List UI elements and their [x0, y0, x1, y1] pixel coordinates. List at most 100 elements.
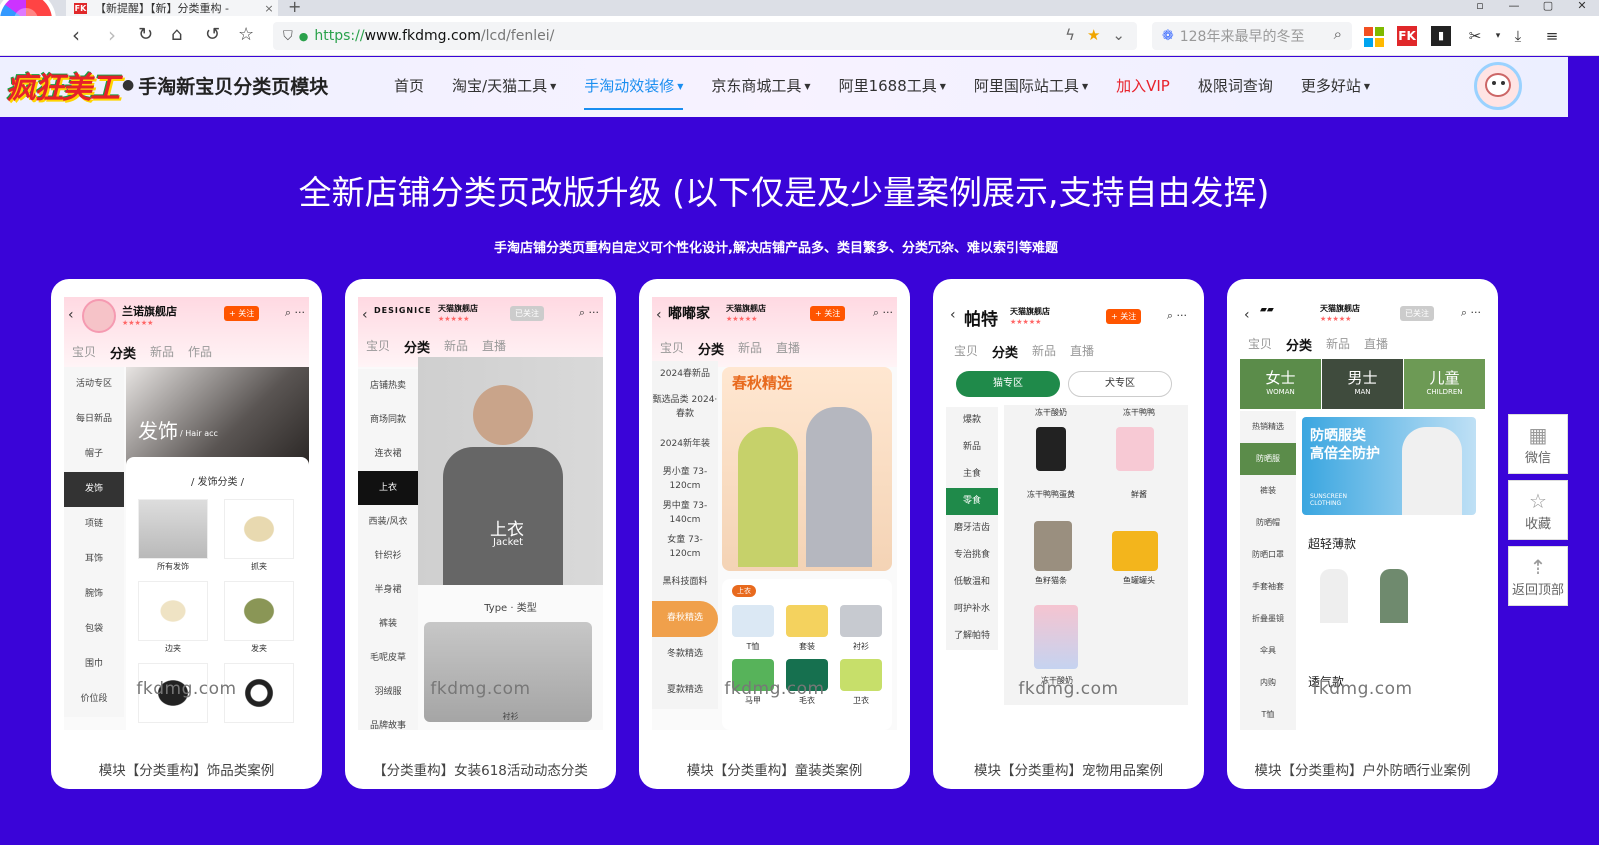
browser-tab[interactable]: FK 【新提醒】【新】分类重构 - ×: [66, 0, 278, 16]
case-card-pet[interactable]: ‹ 帕特 天猫旗舰店 ★★★★★ + 关注 ⌕ ··· 宝贝 分类 新品 直播 …: [933, 279, 1204, 789]
shop-name: 兰诺旗舰店: [122, 305, 177, 318]
watermark: fkdmg.com: [1018, 679, 1119, 699]
download-icon[interactable]: ⤓: [1508, 26, 1528, 46]
card-caption: 模块【分类重构】童装类案例: [686, 763, 863, 779]
float-favorite-button[interactable]: ☆ 收藏: [1508, 480, 1568, 540]
category-item: 防晒帽: [1256, 518, 1280, 527]
category-item: 伞具: [1260, 646, 1276, 655]
back-icon[interactable]: ‹: [72, 23, 80, 47]
case-card-accessories[interactable]: ‹ 兰诺旗舰店 ★★★★★ + 关注 ⌕ ··· 宝贝 分类 新品 作品 活动专…: [51, 279, 322, 789]
avatar[interactable]: [1474, 62, 1522, 110]
float-back-to-top-button[interactable]: ⇡ 返回顶部: [1508, 546, 1568, 606]
shop-rating: ★★★★★: [1320, 315, 1352, 323]
case-card-outdoor[interactable]: ‹ ▰▰ 天猫旗舰店 ★★★★★ 已关注 ⌕ ··· 宝贝 分类 新品 直播 女…: [1227, 279, 1498, 789]
nav-menu-item[interactable]: 加入VIP: [1102, 57, 1184, 117]
nav-menu-item[interactable]: 淘宝/天猫工具 ▼: [438, 57, 570, 117]
type-label: Type · 类型: [484, 603, 537, 614]
scissors-icon[interactable]: ✂: [1465, 26, 1485, 46]
window-maximize-icon[interactable]: ▢: [1531, 0, 1565, 16]
brand[interactable]: 疯狂美工 ● 手淘新宝贝分类页模块: [6, 63, 328, 107]
nav-menu-item[interactable]: 京东商城工具 ▼: [697, 57, 824, 117]
banner-title-line2: 高倍全防护: [1310, 446, 1380, 462]
back-icon: ‹: [1244, 307, 1250, 323]
tab-close-icon[interactable]: ×: [260, 2, 278, 15]
shop-name: 天猫旗舰店: [438, 304, 478, 313]
page-subline: 手淘店铺分类页重构自定义可个性化设计,解决店铺产品多、类目繁多、分类冗杂、难以索…: [494, 241, 1058, 256]
category-item: 专治挑食: [953, 550, 990, 560]
category-item: 包袋: [84, 624, 103, 634]
fk-extension-icon[interactable]: FK: [1397, 26, 1417, 46]
category-item-active: 上衣: [358, 471, 418, 505]
window-close-icon[interactable]: ✕: [1565, 0, 1599, 16]
banner-image: 发饰 / Hair acc: [126, 367, 309, 467]
watermark: fkdmg.com: [724, 679, 825, 699]
nav-menu-item[interactable]: 极限词查询: [1184, 57, 1287, 117]
bookmark-star-icon[interactable]: ☆: [238, 23, 254, 47]
follow-button: + 关注: [224, 306, 260, 321]
phone-tab: 新品: [444, 339, 469, 353]
category-item: 女童 73-120cm: [667, 535, 703, 559]
nav-menu-item[interactable]: 首页: [380, 57, 438, 117]
fk-favicon-icon: FK: [74, 2, 87, 14]
phone-tab: 新品: [738, 341, 763, 355]
nav-menu-label: 更多好站: [1300, 77, 1361, 95]
avatar-face: [1485, 73, 1511, 97]
category-item: 2024春新品: [660, 369, 710, 379]
search-icon[interactable]: ⌕: [1334, 25, 1342, 43]
book-extension-icon[interactable]: ▮: [1431, 26, 1451, 46]
chevron-down-icon[interactable]: ⌄: [1112, 26, 1125, 44]
forward-icon[interactable]: ›: [108, 23, 116, 47]
undo-icon[interactable]: ↺: [205, 23, 220, 47]
phone-tab: 新品: [1326, 337, 1351, 351]
phone-screen: ‹ 帕特 天猫旗舰店 ★★★★★ + 关注 ⌕ ··· 宝贝 分类 新品 直播 …: [946, 297, 1191, 730]
category-item: 项链: [84, 519, 103, 529]
banner-subtitle: Jacket: [493, 537, 524, 548]
float-wechat-button[interactable]: ▦ 微信: [1508, 414, 1568, 474]
reload-icon[interactable]: ↻: [138, 23, 153, 47]
nav-menu-label: 阿里1688工具: [838, 77, 937, 95]
case-card-womenswear[interactable]: ‹ DESIGNICE 天猫旗舰店 ★★★★★ 已关注 ⌕ ··· 宝贝 分类 …: [345, 279, 616, 789]
nav-menu-label: 京东商城工具: [711, 77, 802, 95]
caret-down-icon: ▼: [1363, 82, 1371, 91]
category-item: 商场同款: [369, 415, 406, 425]
new-tab-icon[interactable]: +: [288, 0, 301, 16]
float-label: 返回顶部: [1511, 583, 1564, 598]
category-item: 围巾: [84, 659, 103, 669]
phone-tab: 宝贝: [954, 344, 979, 358]
favorite-star-icon[interactable]: ★: [1087, 26, 1100, 44]
shield-icon: ⛉: [283, 28, 293, 44]
category-item: 黑科技面料: [662, 577, 708, 587]
scissors-dropdown-icon[interactable]: ▾: [1488, 26, 1508, 46]
product-label: 冻干鸭鸭蛋黄: [1027, 490, 1075, 499]
browser-search-input[interactable]: ❁ 128年来最早的冬至 ⌕: [1152, 22, 1352, 50]
window-minimize-icon[interactable]: —: [1497, 0, 1531, 16]
nav-menu-item[interactable]: 阿里1688工具 ▼: [825, 57, 960, 117]
phone-tab: 新品: [150, 345, 175, 359]
case-card-kidswear[interactable]: ‹ 嘟嘟家 天猫旗舰店 ★★★★★ + 关注 ⌕ ··· 宝贝 分类 新品 直播…: [639, 279, 910, 789]
nav-menu-item[interactable]: 阿里国际站工具 ▼: [960, 57, 1102, 117]
search-placeholder: 128年来最早的冬至: [1179, 29, 1305, 45]
phone-search-more-icon: ⌕ ···: [284, 306, 305, 319]
product-label: 发夹: [251, 644, 267, 653]
back-icon: ‹: [362, 307, 368, 323]
nav-menu-item[interactable]: 更多好站 ▼: [1287, 57, 1384, 117]
microsoft-icon[interactable]: [1364, 27, 1384, 47]
card-caption: 模块【分类重构】户外防晒行业案例: [1254, 763, 1471, 779]
kid-figure: [806, 407, 872, 567]
category-item: 爆款: [962, 415, 981, 425]
url-bar[interactable]: ⛉ ● https:// www.fkdmg.com /lcd/fenlei/ …: [273, 22, 1137, 50]
lightning-icon[interactable]: ϟ: [1065, 26, 1075, 44]
category-item: 冬款精选: [666, 649, 703, 659]
window-skin-icon[interactable]: ▫: [1463, 0, 1497, 16]
menu-icon[interactable]: ≡: [1542, 26, 1562, 46]
back-icon: ‹: [950, 307, 956, 323]
category-item: 手套袖套: [1252, 582, 1284, 591]
product-label: 冻干鸭鸭: [1123, 408, 1155, 417]
product-thumb: [1116, 427, 1154, 471]
category-item: 折叠墨镜: [1252, 614, 1284, 623]
rocket-icon: ⇡: [1529, 555, 1547, 579]
banner-title: 发饰: [138, 419, 178, 443]
nav-menu-item[interactable]: 手淘动效装修 ▼: [570, 57, 697, 117]
home-icon[interactable]: ⌂: [171, 23, 182, 47]
tile-title: 男士: [1347, 369, 1378, 387]
